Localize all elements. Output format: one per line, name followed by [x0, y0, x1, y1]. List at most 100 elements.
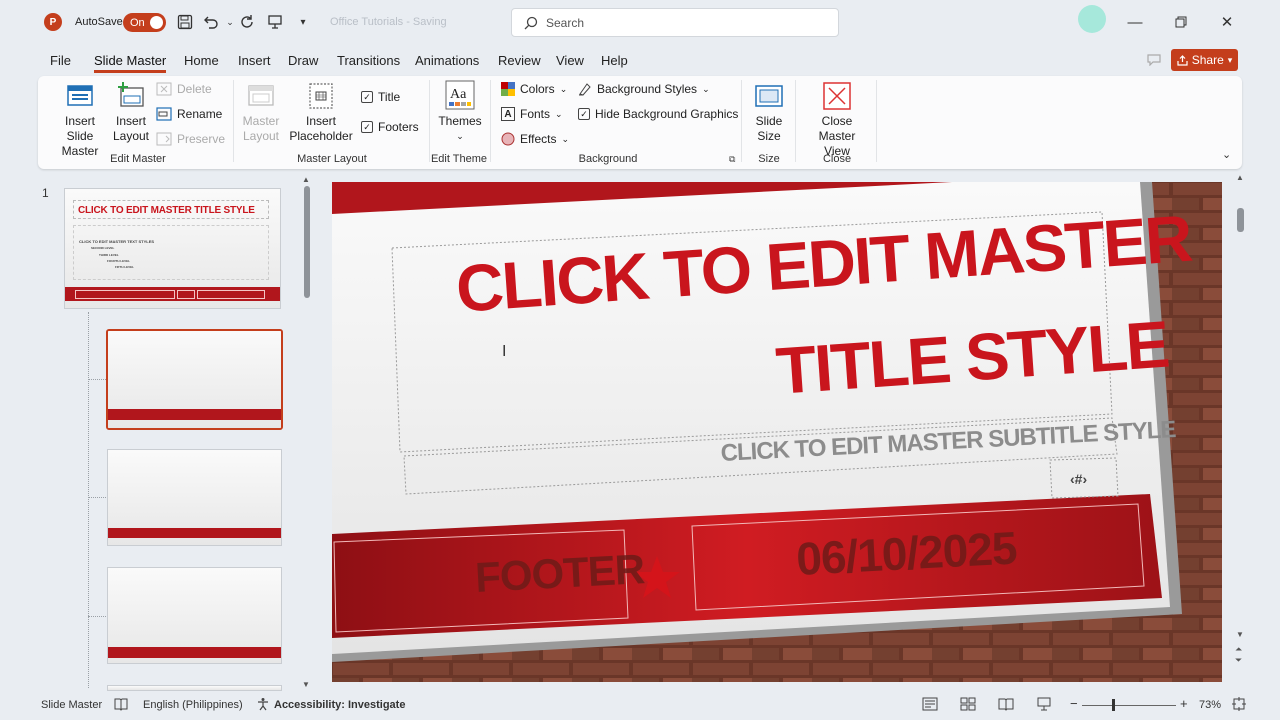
effects-label: Effects [520, 132, 557, 146]
title-checkbox[interactable]: ✓ Title [361, 88, 400, 106]
thumbnail-layout-1[interactable] [106, 329, 283, 430]
slide-footer[interactable]: FOOTER [474, 545, 645, 602]
thumbnail-layout-3[interactable] [107, 567, 282, 664]
slide-size-icon [755, 85, 783, 107]
hide-background-graphics-checkbox[interactable]: ✓ Hide Background Graphics [578, 105, 738, 123]
ribbon: Insert Slide Master Insert Layout Delete… [38, 76, 1242, 169]
tab-slide-master[interactable]: Slide Master [94, 53, 167, 73]
zoom-slider-thumb[interactable] [1112, 699, 1115, 711]
tab-insert[interactable]: Insert [238, 53, 271, 73]
close-master-view-icon [823, 82, 851, 110]
close-icon[interactable]: ✕ [1212, 10, 1242, 34]
reading-view-icon[interactable] [998, 697, 1014, 711]
separator [741, 80, 742, 162]
share-icon [1177, 54, 1188, 66]
tab-draw[interactable]: Draw [288, 53, 318, 73]
hide-bg-label: Hide Background Graphics [595, 107, 739, 121]
editor-scroll-up-icon[interactable]: ▲ [1236, 173, 1244, 182]
close-master-view-button[interactable]: Close Master View [802, 82, 872, 159]
master-layout-label: Master Layout [242, 114, 280, 143]
comments-icon[interactable] [1143, 50, 1165, 70]
preserve-button[interactable]: Preserve [156, 130, 225, 148]
slide-size-label: Slide Size [755, 114, 783, 143]
accessibility-icon[interactable] [256, 697, 270, 711]
slide-editor[interactable]: CLICK TO EDIT MASTER TITLE STYLE CLICK T… [332, 182, 1222, 682]
restore-icon[interactable] [1166, 10, 1196, 34]
footers-checkbox[interactable]: ✓ Footers [361, 118, 419, 136]
fonts-button[interactable]: A Fonts ⌄ [501, 105, 563, 123]
thumb-level-3: THIRD LEVEL [99, 253, 119, 257]
insert-placeholder-icon [309, 83, 333, 109]
status-zoom[interactable]: 73% [1199, 699, 1221, 711]
fit-to-window-icon[interactable] [1232, 697, 1246, 711]
search-input[interactable]: Search [511, 8, 839, 37]
tab-transitions[interactable]: Transitions [337, 53, 400, 73]
tab-view[interactable]: View [556, 53, 584, 73]
collapse-ribbon-icon[interactable]: ⌄ [1222, 148, 1231, 161]
hide-bg-check-icon: ✓ [578, 108, 590, 120]
account-avatar[interactable] [1078, 5, 1106, 33]
editor-scroll-down-icon[interactable]: ▼ [1236, 630, 1244, 639]
thumbnail-layout-4[interactable] [107, 685, 282, 691]
undo-icon[interactable] [201, 12, 221, 32]
thumbnail-layout-2[interactable] [107, 449, 282, 546]
colors-button[interactable]: Colors ⌄ [501, 80, 567, 98]
present-icon[interactable] [265, 12, 285, 32]
rename-button[interactable]: Rename [156, 105, 222, 123]
redo-icon[interactable] [237, 12, 257, 32]
tab-help[interactable]: Help [601, 53, 628, 73]
effects-button[interactable]: Effects ⌄ [501, 130, 569, 148]
document-title: Office Tutorials - Saving [330, 16, 447, 28]
master-layout-button[interactable]: Master Layout [242, 82, 280, 144]
slide-number-placeholder[interactable]: ‹#› [1070, 471, 1087, 487]
effects-icon [501, 132, 515, 146]
slide-size-button[interactable]: Slide Size [748, 82, 790, 144]
editor-scrollbar[interactable] [1237, 208, 1244, 232]
insert-layout-label: Insert Layout [112, 114, 150, 143]
notes-view-icon[interactable] [922, 697, 938, 711]
insert-slide-master-button[interactable]: Insert Slide Master [48, 82, 112, 159]
tab-file[interactable]: File [50, 53, 71, 73]
prev-next-slide-icon[interactable]: ⏶ ⏷ [1235, 644, 1242, 666]
customize-qat-icon[interactable]: ▾ [293, 12, 313, 32]
background-styles-button[interactable]: Background Styles ⌄ [578, 80, 710, 98]
separator [429, 80, 430, 162]
group-label-close: Close [822, 153, 852, 165]
background-dialog-launcher-icon[interactable]: ⧉ [729, 154, 735, 165]
delete-button[interactable]: Delete [156, 80, 212, 98]
thumbnail-scrollbar[interactable] [304, 186, 310, 298]
powerpoint-logo-icon: P [44, 13, 62, 31]
tab-animations[interactable]: Animations [415, 53, 479, 73]
slide-sorter-icon[interactable] [960, 697, 976, 711]
tab-home[interactable]: Home [184, 53, 219, 73]
powerpoint-window: P AutoSave On ⌄ ▾ Office Tutorials - Sav… [0, 0, 1280, 720]
spelling-icon[interactable] [114, 697, 128, 711]
title-checkbox-label: Title [378, 90, 401, 104]
share-button[interactable]: Share ▾ [1171, 49, 1238, 71]
tab-review[interactable]: Review [498, 53, 541, 73]
horizontal-scroll-track [332, 683, 1222, 689]
zoom-slider[interactable] [1082, 705, 1176, 706]
group-label-size: Size [758, 153, 780, 165]
slide-date[interactable]: 06/10/2025 [795, 520, 1018, 585]
svg-text:Aa: Aa [450, 87, 467, 102]
save-icon[interactable] [175, 12, 195, 32]
background-styles-icon [579, 83, 591, 96]
autosave-toggle[interactable]: On [123, 13, 166, 32]
insert-placeholder-button[interactable]: Insert Placeholder [284, 82, 358, 144]
scroll-up-icon[interactable]: ▲ [302, 175, 310, 184]
minimize-icon[interactable]: — [1120, 10, 1150, 34]
scroll-down-icon[interactable]: ▼ [302, 680, 310, 689]
thumbnail-slide-master[interactable]: CLICK TO EDIT MASTER TITLE STYLE CLICK T… [64, 188, 281, 309]
themes-button[interactable]: Aa Themes ⌄ [438, 80, 482, 144]
status-accessibility[interactable]: Accessibility: Investigate [274, 699, 405, 711]
insert-layout-button[interactable]: Insert Layout [112, 82, 150, 144]
zoom-out-icon[interactable]: − [1070, 696, 1078, 711]
group-label-edit-master: Edit Master [110, 153, 166, 165]
thumb-level-4: FOURTH LEVEL [107, 259, 130, 263]
autosave-label: AutoSave [75, 16, 123, 28]
slideshow-icon[interactable] [1036, 697, 1052, 711]
search-icon [524, 16, 538, 29]
status-language[interactable]: English (Philippines) [143, 699, 243, 711]
zoom-in-icon[interactable]: + [1180, 696, 1188, 711]
